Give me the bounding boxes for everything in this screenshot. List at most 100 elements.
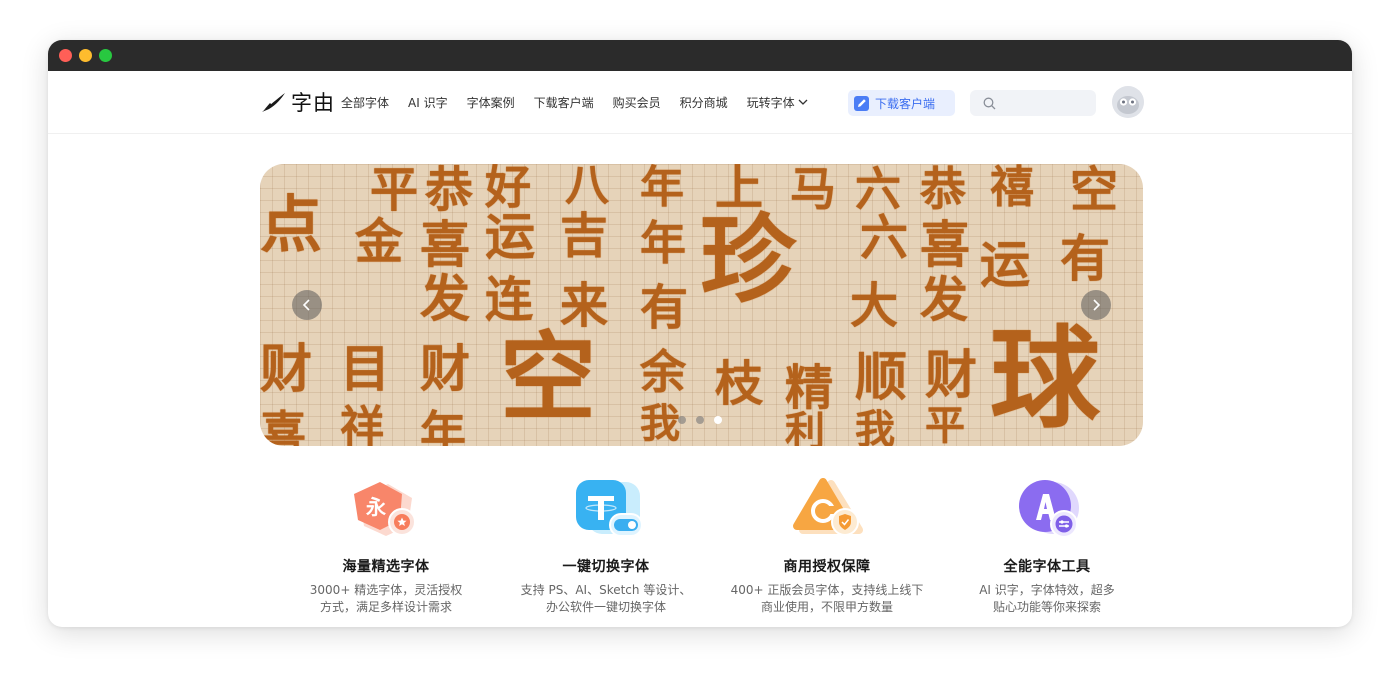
- carousel-indicators: [678, 416, 732, 424]
- svg-text:永: 永: [365, 495, 386, 519]
- commercial-license-icon: [787, 478, 867, 544]
- nav-ai-recognize[interactable]: AI 识字: [408, 94, 448, 111]
- calligraphy-glyph: 六: [860, 210, 909, 266]
- calligraphy-glyph: 祥: [340, 402, 384, 447]
- search-icon: [983, 97, 996, 109]
- calligraphy-glyph: 好: [485, 164, 531, 214]
- maximize-window-button[interactable]: [99, 49, 112, 62]
- nav-all-fonts[interactable]: 全部字体: [341, 94, 389, 111]
- calligraphy-glyph: 利: [785, 408, 825, 447]
- feature-description: AI 识字，字体特效，超多 贴心功能等你来探索: [937, 582, 1157, 616]
- nav-label: 玩转字体: [746, 96, 795, 110]
- calligraphy-glyph: 顺: [855, 347, 908, 408]
- feature-item: 永 海量精选字体 3000+ 精选字体，灵活授权 方式，满足多样设计需求: [276, 478, 496, 616]
- feature-description: 3000+ 精选字体，灵活授权 方式，满足多样设计需求: [276, 582, 496, 616]
- calligraphy-glyph: 珍: [700, 203, 796, 316]
- download-button-label: 下载客户端: [875, 96, 936, 111]
- font-library-icon: 永: [346, 478, 426, 544]
- calligraphy-glyph: 财: [420, 339, 470, 398]
- window-titlebar: [48, 40, 1352, 71]
- avatar-face-icon: [1112, 86, 1144, 118]
- nav-download-client[interactable]: 下载客户端: [534, 94, 594, 111]
- calligraphy-glyph: 发: [420, 269, 470, 328]
- calligraphy-glyph: 有: [1060, 229, 1110, 288]
- search-box[interactable]: [970, 90, 1096, 116]
- calligraphy-glyph: 八: [565, 164, 609, 211]
- calligraphy-glyph: 平: [925, 402, 965, 446]
- calligraphy-glyph: 平: [370, 164, 419, 218]
- feature-title: 商用授权保障: [783, 559, 871, 575]
- calligraphy-glyph: 年: [640, 216, 686, 270]
- font-switch-icon: [566, 478, 646, 544]
- calligraphy-glyph: 我: [640, 400, 680, 446]
- calligraphy-glyph: 禧: [990, 164, 1034, 213]
- search-input[interactable]: [1002, 95, 1086, 111]
- hero-carousel[interactable]: 平恭好八年上马六恭禧空点金喜运吉年珍六喜运有发连来有大发财目财空余枝精顺财球喜祥…: [260, 164, 1143, 446]
- calligraphy-glyph: 目: [340, 339, 390, 398]
- pen-icon: [854, 95, 869, 111]
- site-header: 字由 全部字体 AI 识字 字体案例 下载客户端 购买会员 积分商城 玩转字体 …: [48, 71, 1352, 134]
- feature-desc-line: 400+ 正版会员字体，支持线上线下: [730, 583, 924, 597]
- feature-title: 全能字体工具: [1003, 559, 1091, 575]
- nav-label: 下载客户端: [533, 96, 594, 110]
- calligraphy-glyph: 发: [920, 272, 969, 328]
- feature-item: 商用授权保障 400+ 正版会员字体，支持线上线下 商业使用，不限甲方数量: [717, 478, 937, 616]
- feature-title: 一键切换字体: [562, 559, 650, 575]
- feature-description: 支持 PS、AI、Sketch 等设计、 办公软件一键切换字体: [496, 582, 716, 616]
- download-client-button[interactable]: 下载客户端: [848, 90, 955, 116]
- close-window-button[interactable]: [59, 49, 72, 62]
- nav-label: 积分商城: [679, 96, 728, 110]
- calligraphy-glyph: 吉: [560, 208, 609, 264]
- nav-label: 全部字体: [341, 96, 390, 110]
- calligraphy-glyph: 财: [260, 339, 313, 400]
- calligraphy-glyph: 运: [980, 235, 1030, 294]
- calligraphy-glyph: 有: [640, 280, 689, 336]
- calligraphy-glyph: 恭: [920, 164, 966, 216]
- chevron-down-icon: [798, 99, 808, 105]
- nav-font-cases[interactable]: 字体案例: [467, 94, 515, 111]
- main-nav: 全部字体 AI 识字 字体案例 下载客户端 购买会员 积分商城 玩转字体: [341, 94, 827, 111]
- feature-title: 海量精选字体: [342, 559, 430, 575]
- calligraphy-glyph: 恭: [425, 164, 474, 218]
- carousel-next-button[interactable]: [1081, 290, 1111, 320]
- calligraphy-glyph: 空: [1070, 164, 1119, 218]
- avatar[interactable]: [1112, 86, 1144, 118]
- browser-window: 字由 全部字体 AI 识字 字体案例 下载客户端 购买会员 积分商城 玩转字体 …: [48, 40, 1352, 627]
- carousel-prev-button[interactable]: [292, 290, 322, 320]
- calligraphy-glyph: 点: [260, 188, 323, 261]
- feature-desc-line: 贴心功能等你来探索: [992, 600, 1101, 614]
- calligraphy-glyph: 我: [855, 406, 895, 447]
- feature-item: 全能字体工具 AI 识字，字体特效，超多 贴心功能等你来探索: [937, 478, 1157, 616]
- calligraphy-glyph: 六: [855, 164, 901, 216]
- site-logo[interactable]: 字由: [261, 89, 335, 115]
- feature-desc-line: AI 识字，字体特效，超多: [979, 583, 1115, 597]
- feature-desc-line: 支持 PS、AI、Sketch 等设计、: [520, 583, 692, 597]
- nav-buy-membership[interactable]: 购买会员: [613, 94, 661, 111]
- calligraphy-glyph: 马: [790, 164, 836, 216]
- nav-points-mall[interactable]: 积分商城: [680, 94, 728, 111]
- carousel-dot[interactable]: [714, 416, 722, 424]
- feature-list: 永 海量精选字体 3000+ 精选字体，灵活授权 方式，满足多样设计需求 一键切…: [48, 478, 1352, 627]
- logo-text: 字由: [291, 91, 335, 115]
- calligraphy-glyph: 财: [925, 345, 978, 406]
- carousel-dot[interactable]: [678, 416, 686, 424]
- minimize-window-button[interactable]: [79, 49, 92, 62]
- carousel-dot[interactable]: [696, 416, 704, 424]
- nav-label: 字体案例: [466, 96, 515, 110]
- feature-description: 400+ 正版会员字体，支持线上线下 商业使用，不限甲方数量: [717, 582, 937, 616]
- feature-desc-line: 3000+ 精选字体，灵活授权: [309, 583, 463, 597]
- calligraphy-glyph: 精: [785, 360, 834, 416]
- calligraphy-glyph: 年: [640, 164, 684, 213]
- nav-label: 购买会员: [612, 96, 661, 110]
- calligraphy-glyph: 喜: [420, 215, 470, 274]
- calligraphy-glyph: 大: [850, 278, 899, 334]
- font-tools-icon: [1007, 478, 1087, 544]
- chevron-right-icon: [1093, 299, 1101, 311]
- nav-play-fonts-dropdown[interactable]: 玩转字体: [747, 94, 808, 111]
- nav-label: AI 识字: [408, 96, 448, 110]
- calligraphy-artwork: 平恭好八年上马六恭禧空点金喜运吉年珍六喜运有发连来有大发财目财空余枝精顺财球喜祥…: [260, 164, 1143, 446]
- calligraphy-glyph: 年: [420, 406, 466, 446]
- calligraphy-glyph: 余: [640, 345, 686, 399]
- calligraphy-glyph: 喜: [260, 406, 306, 446]
- calligraphy-glyph: 金: [355, 214, 404, 270]
